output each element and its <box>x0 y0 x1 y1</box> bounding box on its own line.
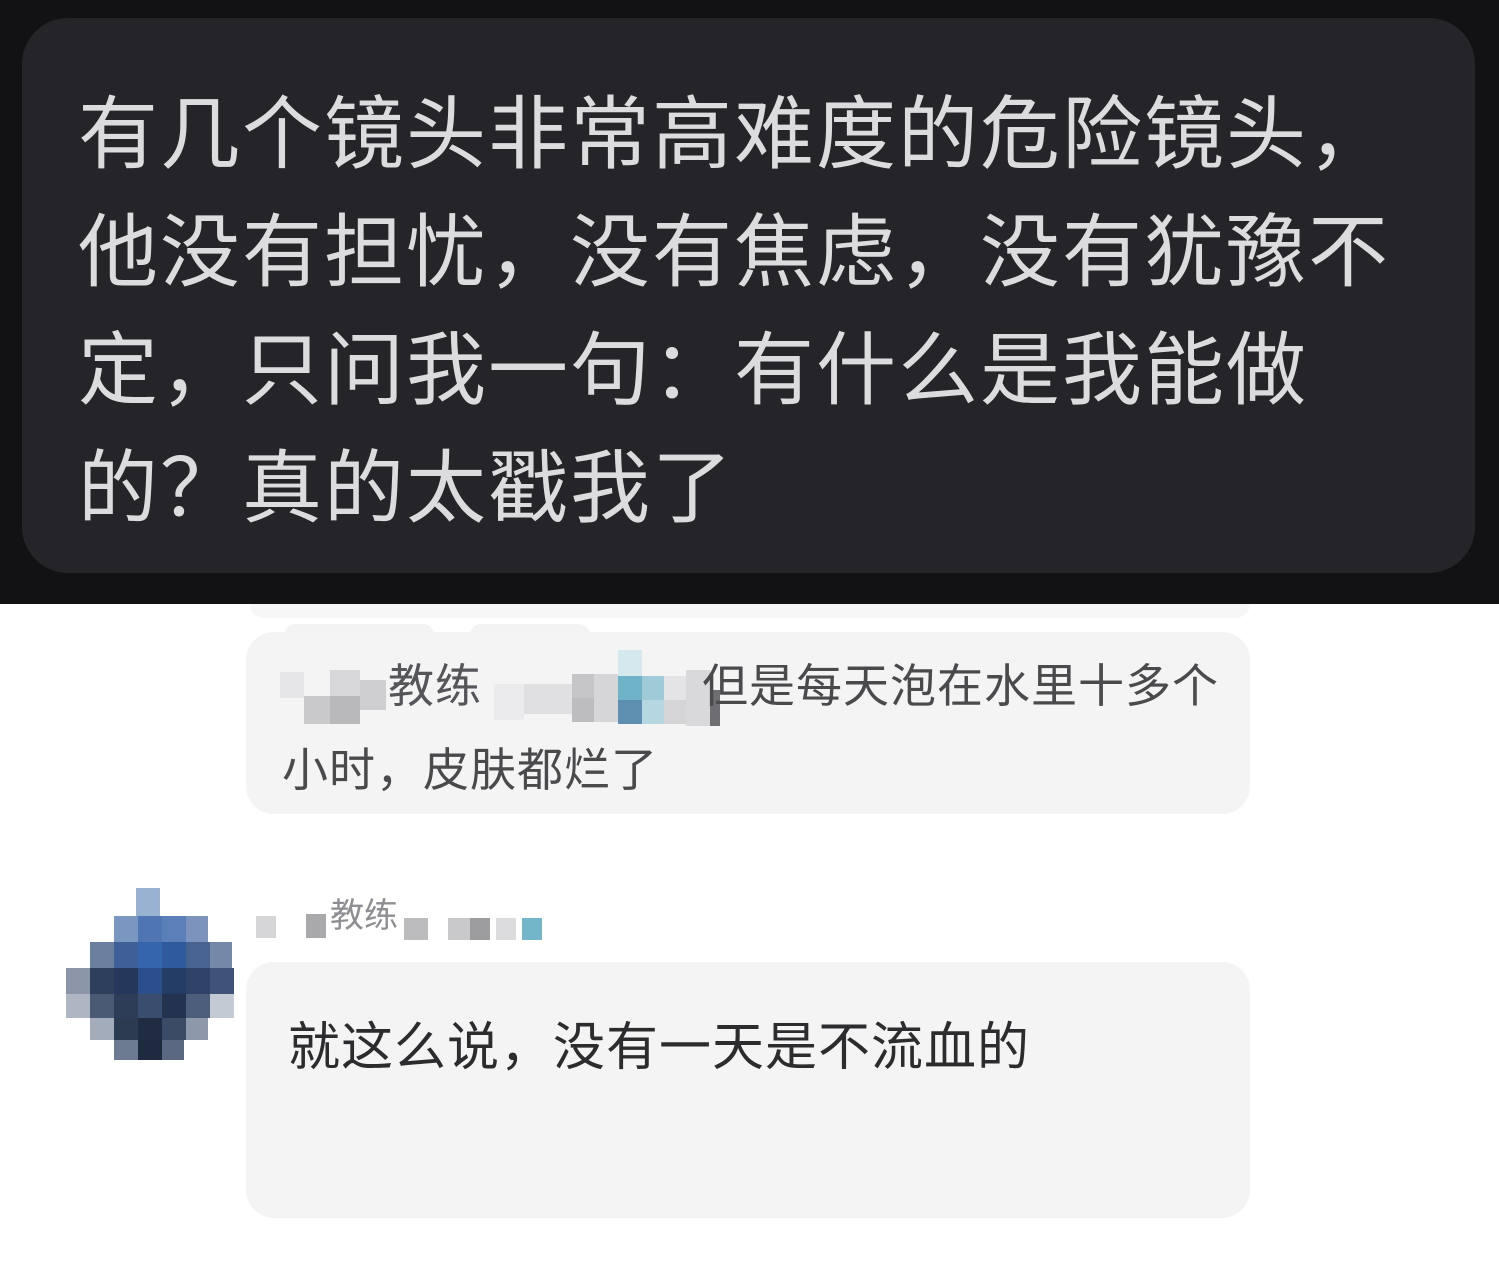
username-mosaic <box>256 904 546 940</box>
comment-text: 就这么说，没有一天是不流血的 <box>288 1018 1031 1078</box>
cropped-message-edge <box>250 604 1250 618</box>
avatar[interactable] <box>66 888 236 1060</box>
reply-text: 但是每天泡在水里十多个小时，皮肤都烂了 <box>282 644 1222 812</box>
post-bubble: 有几个镜头非常高难度的危险镜头，他没有担忧，没有焦虑，没有犹豫不定，只问我一句：… <box>22 18 1475 573</box>
dark-post-screenshot: 有几个镜头非常高难度的危险镜头，他没有担忧，没有焦虑，没有犹豫不定，只问我一句：… <box>0 0 1499 604</box>
post-text: 有几个镜头非常高难度的危险镜头，他没有担忧，没有焦虑，没有犹豫不定，只问我一句：… <box>78 88 1390 535</box>
comment-username[interactable]: 教练 <box>330 894 398 938</box>
reply-text-line1: 但是每天泡在水里十 <box>702 659 1125 713</box>
